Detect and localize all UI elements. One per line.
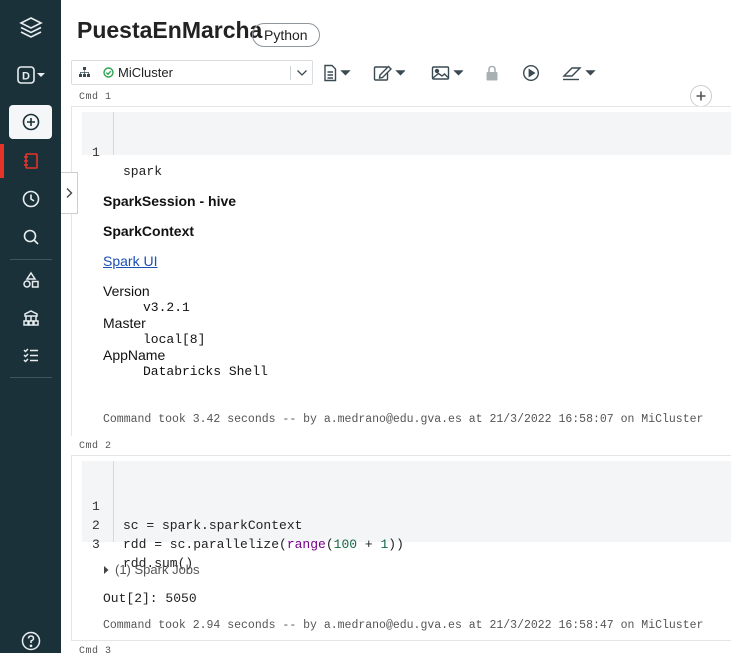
spark-jobs-label: (1) Spark Jobs xyxy=(115,562,200,577)
cluster-tree-icon xyxy=(78,66,91,79)
left-sidebar: D xyxy=(0,0,61,653)
sidebar-divider xyxy=(10,377,52,378)
code-token: + xyxy=(357,537,381,552)
cell-label: Cmd 2 xyxy=(79,441,112,452)
cluster-tree-icon[interactable] xyxy=(0,300,61,336)
edit-menu-button[interactable] xyxy=(373,63,405,83)
search-icon[interactable] xyxy=(0,219,61,255)
command-took-text: Command took 3.42 seconds -- by a.medran… xyxy=(103,413,704,426)
layers-icon[interactable] xyxy=(0,10,61,46)
lock-icon xyxy=(485,64,499,82)
jobs-checklist-icon[interactable] xyxy=(0,337,61,373)
svg-text:D: D xyxy=(22,71,30,83)
cell-label: Cmd 3 xyxy=(79,646,112,657)
notebook-cell[interactable]: 1 spark SparkSession - hive SparkContext… xyxy=(71,106,731,436)
edit-icon xyxy=(373,64,405,82)
divider xyxy=(290,66,291,80)
code-token: )) xyxy=(388,537,404,552)
code-token-builtin: range xyxy=(286,537,326,552)
run-all-button[interactable] xyxy=(522,63,540,83)
notebook-title[interactable]: PuestaEnMarcha xyxy=(77,17,262,44)
line-number: 3 xyxy=(92,537,100,552)
clear-menu-button[interactable] xyxy=(561,63,597,83)
output-heading: SparkSession - hive xyxy=(103,193,237,209)
code-line: 1 sc = spark.sparkContext xyxy=(82,478,731,533)
code-token: ( xyxy=(325,537,334,552)
cluster-name: MiCluster xyxy=(118,65,173,80)
play-circle-icon xyxy=(522,64,540,82)
cell-output-text: Out[2]: 5050 xyxy=(103,591,197,606)
cell-label: Cmd 1 xyxy=(79,92,112,103)
image-icon xyxy=(431,64,463,82)
notebook-toolbar: MiCluster xyxy=(71,60,731,85)
sidebar-expand-tab[interactable] xyxy=(61,172,78,214)
output-value: v3.2.1 xyxy=(143,300,190,315)
cluster-selector[interactable]: MiCluster xyxy=(71,60,313,85)
spark-ui-link[interactable]: Spark UI xyxy=(103,253,157,269)
line-number: 1 xyxy=(92,145,100,160)
output-value: local[8] xyxy=(143,332,206,347)
output-label: AppName xyxy=(103,347,166,363)
code-editor[interactable]: 1 spark xyxy=(82,112,731,179)
help-icon[interactable] xyxy=(0,623,61,659)
sidebar-divider xyxy=(10,259,52,260)
output-value: Databricks Shell xyxy=(143,364,268,379)
plus-icon xyxy=(695,90,707,102)
notebook-icon[interactable] xyxy=(0,143,61,179)
code-line: 1 spark xyxy=(82,124,731,179)
code-line: 2 rdd = sc.parallelize(range(100 + 1)) xyxy=(82,497,731,552)
file-icon xyxy=(323,64,351,82)
eraser-icon xyxy=(561,64,597,82)
view-menu-button[interactable] xyxy=(431,63,463,83)
spark-jobs-toggle[interactable]: (1) Spark Jobs xyxy=(102,562,200,577)
code-token-number: 100 xyxy=(333,537,358,552)
cluster-status-icon xyxy=(103,67,114,78)
command-took-text: Command took 2.94 seconds -- by a.medran… xyxy=(103,619,704,632)
chevron-down-icon xyxy=(296,68,308,78)
permissions-lock-button[interactable] xyxy=(485,63,499,83)
code-line: 3 rdd.sum() xyxy=(82,516,731,571)
code-text: spark xyxy=(123,164,163,179)
file-menu-button[interactable] xyxy=(323,63,351,83)
caret-right-icon xyxy=(102,565,110,575)
code-token: rdd = sc.parallelize( xyxy=(123,537,287,552)
language-badge[interactable]: Python xyxy=(252,23,320,47)
add-cell-button[interactable] xyxy=(690,85,712,107)
recents-clock-icon[interactable] xyxy=(0,181,61,217)
workspace-switcher-icon[interactable]: D xyxy=(0,57,61,93)
output-label: Version xyxy=(103,283,150,299)
shapes-icon[interactable] xyxy=(0,262,61,298)
output-label: Master xyxy=(103,315,146,331)
create-plus-icon[interactable] xyxy=(9,105,52,139)
code-text: rdd = sc.parallelize(range(100 + 1)) xyxy=(123,535,404,554)
notebook-cell[interactable]: 1 sc = spark.sparkContext 2 rdd = sc.par… xyxy=(71,455,731,641)
chevron-right-icon xyxy=(65,187,73,199)
notebook-main: PuestaEnMarcha Python MiCluster Cmd 1 1 … xyxy=(61,0,731,657)
output-heading: SparkContext xyxy=(103,223,195,239)
code-editor[interactable]: 1 sc = spark.sparkContext 2 rdd = sc.par… xyxy=(82,461,731,571)
